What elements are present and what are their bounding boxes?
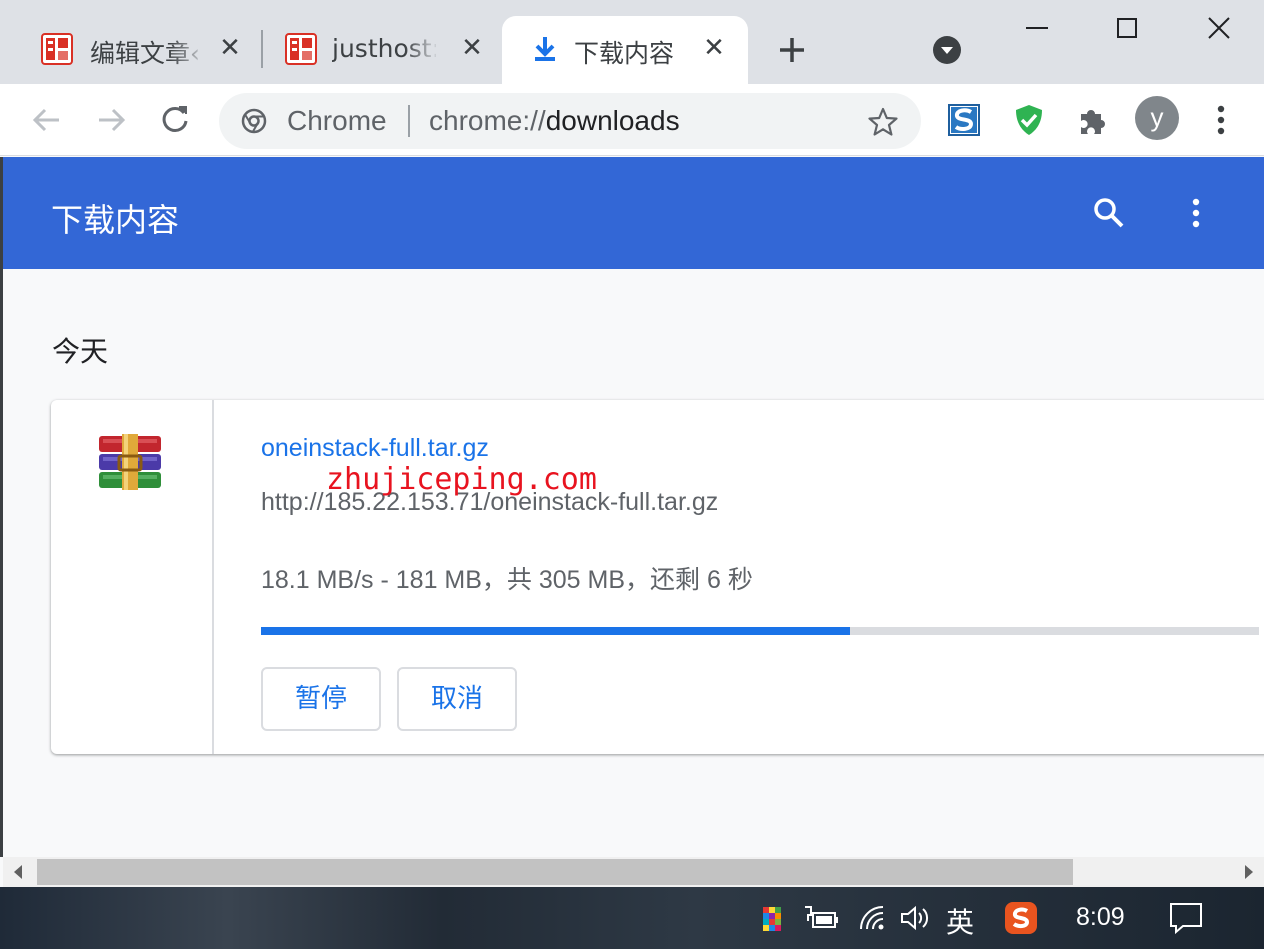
kebab-menu-icon[interactable] [1183, 193, 1209, 233]
download-progress-fill [261, 627, 850, 635]
file-name-link[interactable]: oneinstack-full.tar.gz [261, 434, 489, 463]
omnibox-divider [408, 105, 410, 137]
tab-search-icon[interactable] [932, 35, 962, 65]
back-arrow-icon[interactable] [25, 98, 69, 142]
pause-button[interactable]: 暂停 [261, 667, 381, 731]
minimize-icon[interactable] [1010, 8, 1064, 48]
scroll-left-arrow-icon[interactable] [3, 857, 33, 887]
date-heading: 今天 [52, 335, 109, 368]
download-card: oneinstack-full.tar.gz http://185.22.153… [51, 400, 1264, 754]
scrollbar-thumb[interactable] [37, 859, 1073, 885]
cancel-button[interactable]: 取消 [397, 667, 517, 731]
tab-title: 编辑文章‹ [90, 34, 204, 70]
sogou-ime-icon[interactable] [1004, 901, 1038, 935]
maximize-icon[interactable] [1100, 8, 1154, 48]
close-icon[interactable]: ✕ [216, 34, 244, 62]
tab-title: justhost: [332, 34, 436, 63]
puzzle-icon[interactable] [1075, 102, 1111, 138]
justhost-favicon [285, 33, 317, 65]
downloads-header: 下载内容 [3, 157, 1264, 269]
tab-edit-article[interactable]: 编辑文章‹ ✕ [0, 16, 260, 84]
wenzhang-favicon [41, 33, 73, 65]
url-prefix: chrome:// [429, 105, 546, 136]
close-icon[interactable] [1192, 8, 1246, 48]
download-progress-bar [261, 627, 1259, 635]
star-icon[interactable] [867, 106, 899, 138]
windows-taskbar: 英 8:09 [0, 887, 1264, 949]
site-scheme-label: Chrome [287, 105, 387, 136]
battery-plug-icon[interactable] [803, 903, 839, 933]
kebab-menu-icon[interactable] [1206, 98, 1236, 142]
s-extension-icon[interactable] [946, 102, 982, 138]
avatar[interactable]: y [1135, 96, 1179, 140]
forward-arrow-icon[interactable] [89, 98, 133, 142]
ime-indicator[interactable]: 英 [946, 901, 974, 941]
url-host: downloads [545, 105, 680, 136]
volume-icon[interactable] [899, 903, 933, 933]
card-divider [212, 400, 214, 754]
download-status: 18.1 MB/s - 181 MB，共 305 MB，还剩 6 秒 [261, 566, 753, 594]
url-text[interactable]: chrome://downloads [429, 105, 680, 137]
download-favicon [535, 37, 555, 61]
page-title: 下载内容 [51, 201, 180, 239]
close-icon[interactable]: ✕ [700, 34, 728, 62]
reload-icon[interactable] [153, 98, 197, 142]
tab-downloads[interactable]: 下载内容 ✕ [502, 16, 748, 84]
color-grid-tray-icon[interactable] [763, 907, 781, 933]
notification-icon[interactable] [1168, 901, 1204, 935]
tab-justhost[interactable]: justhost: ✕ [262, 16, 502, 84]
search-icon[interactable] [1089, 193, 1129, 233]
wifi-icon[interactable] [857, 903, 887, 933]
chrome-logo-icon [241, 108, 267, 134]
tab-title: 下载内容 [574, 39, 675, 68]
browser-toolbar: Chrome chrome://downloads y [0, 84, 1264, 156]
watermark-text: zhujiceping.com [326, 462, 597, 497]
clock[interactable]: 8:09 [1076, 903, 1125, 932]
winrar-archive-icon [99, 434, 161, 490]
shield-extension-icon[interactable] [1011, 102, 1047, 138]
plus-icon[interactable] [772, 30, 812, 70]
window-left-edge [0, 157, 3, 857]
close-icon[interactable]: ✕ [458, 34, 486, 62]
scroll-right-arrow-icon[interactable] [1234, 857, 1264, 887]
horizontal-scrollbar[interactable] [3, 857, 1264, 887]
address-bar[interactable]: Chrome chrome://downloads [219, 93, 921, 149]
tab-strip: 编辑文章‹ ✕ justhost: ✕ 下载内容 ✕ [0, 0, 1264, 84]
